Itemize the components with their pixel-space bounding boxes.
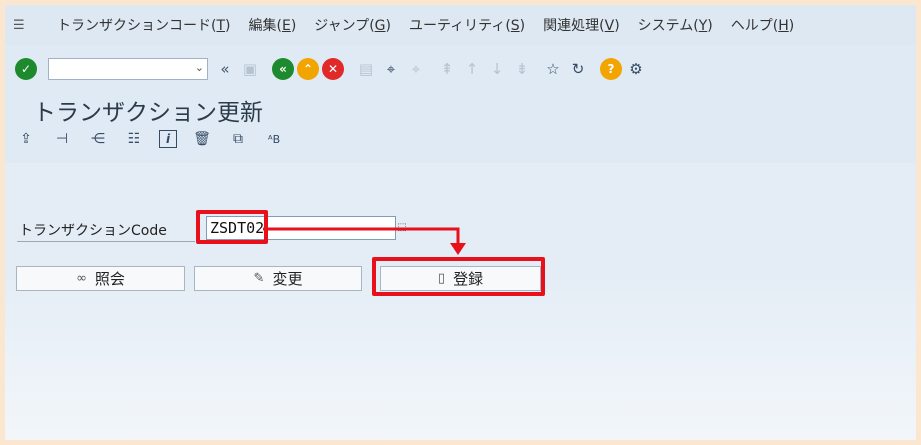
sap-window: ☰ トランザクションコード(T) 編集(E) ジャンプ(G) ユーティリティ(S… xyxy=(5,5,916,440)
guide-arrow xyxy=(263,227,466,255)
